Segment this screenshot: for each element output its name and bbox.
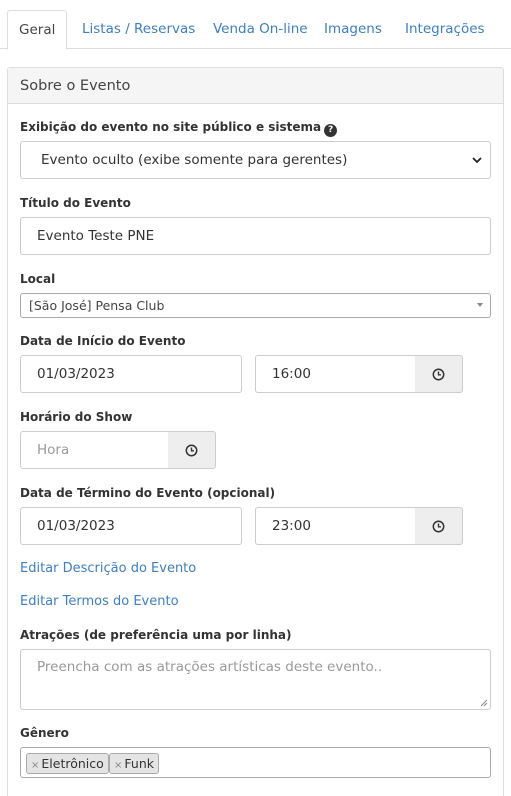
genre-tag-label: Funk bbox=[124, 756, 154, 771]
dropdown-arrow-icon bbox=[477, 303, 483, 307]
start-time-input[interactable]: 16:00 bbox=[255, 355, 416, 393]
clock-icon bbox=[432, 368, 445, 380]
tab-bar: Geral Listas / Reservas Venda On-line Im… bbox=[0, 0, 511, 50]
end-time-input[interactable]: 23:00 bbox=[255, 507, 416, 545]
visibility-label-text: Exibição do evento no site público e sis… bbox=[20, 120, 322, 134]
attractions-label: Atrações (de preferência uma por linha) bbox=[20, 628, 292, 642]
show-time-button[interactable] bbox=[168, 431, 216, 469]
start-date-label: Data de Início do Evento bbox=[20, 334, 186, 348]
tab-imagens[interactable]: Imagens bbox=[324, 10, 382, 49]
clock-icon bbox=[185, 444, 198, 456]
chevron-down-icon bbox=[472, 157, 482, 164]
genre-tag-label: Eletrônico bbox=[41, 756, 104, 771]
show-time-label: Horário do Show bbox=[20, 410, 133, 424]
start-date-input[interactable]: 01/03/2023 bbox=[20, 355, 242, 393]
tab-integracoes[interactable]: Integrações bbox=[405, 10, 485, 49]
attractions-placeholder: Preencha com as atrações artísticas dest… bbox=[37, 659, 383, 675]
visibility-select[interactable]: Evento oculto (exibe somente para gerent… bbox=[20, 141, 491, 179]
clock-icon bbox=[432, 520, 445, 532]
genre-tag: × Eletrônico bbox=[26, 753, 109, 774]
location-select[interactable]: [São José] Pensa Club bbox=[20, 293, 491, 318]
genre-tag: × Funk bbox=[109, 753, 159, 774]
end-date-label: Data de Término do Evento (opcional) bbox=[20, 486, 276, 500]
genre-label: Gênero bbox=[20, 726, 69, 740]
start-time-button[interactable] bbox=[415, 355, 463, 393]
question-circle-icon[interactable]: ? bbox=[324, 124, 338, 137]
attractions-textarea[interactable]: Preencha com as atrações artísticas dest… bbox=[20, 649, 491, 710]
tab-listas-reservas[interactable]: Listas / Reservas bbox=[82, 10, 195, 49]
panel-title: Sobre o Evento bbox=[8, 68, 503, 104]
genre-tags-input[interactable]: × Eletrônico × Funk bbox=[20, 747, 491, 778]
resize-grip-icon[interactable] bbox=[480, 699, 488, 707]
location-select-value: [São José] Pensa Club bbox=[29, 298, 165, 313]
tab-venda-online[interactable]: Venda On-line bbox=[213, 10, 308, 49]
location-label: Local bbox=[20, 272, 56, 286]
edit-terms-link[interactable]: Editar Termos do Evento bbox=[20, 594, 179, 609]
remove-tag-icon[interactable]: × bbox=[31, 760, 39, 771]
show-time-input[interactable]: Hora bbox=[20, 431, 169, 469]
end-date-input[interactable]: 01/03/2023 bbox=[20, 507, 242, 545]
visibility-label: Exibição do evento no site público e sis… bbox=[20, 120, 338, 137]
edit-description-link[interactable]: Editar Descrição do Evento bbox=[20, 561, 196, 576]
title-input[interactable]: Evento Teste PNE bbox=[20, 217, 491, 255]
visibility-select-value: Evento oculto (exibe somente para gerent… bbox=[41, 152, 348, 168]
title-label: Título do Evento bbox=[20, 196, 131, 210]
tab-geral[interactable]: Geral bbox=[7, 10, 68, 50]
end-time-button[interactable] bbox=[415, 507, 463, 545]
remove-tag-icon[interactable]: × bbox=[114, 760, 122, 771]
